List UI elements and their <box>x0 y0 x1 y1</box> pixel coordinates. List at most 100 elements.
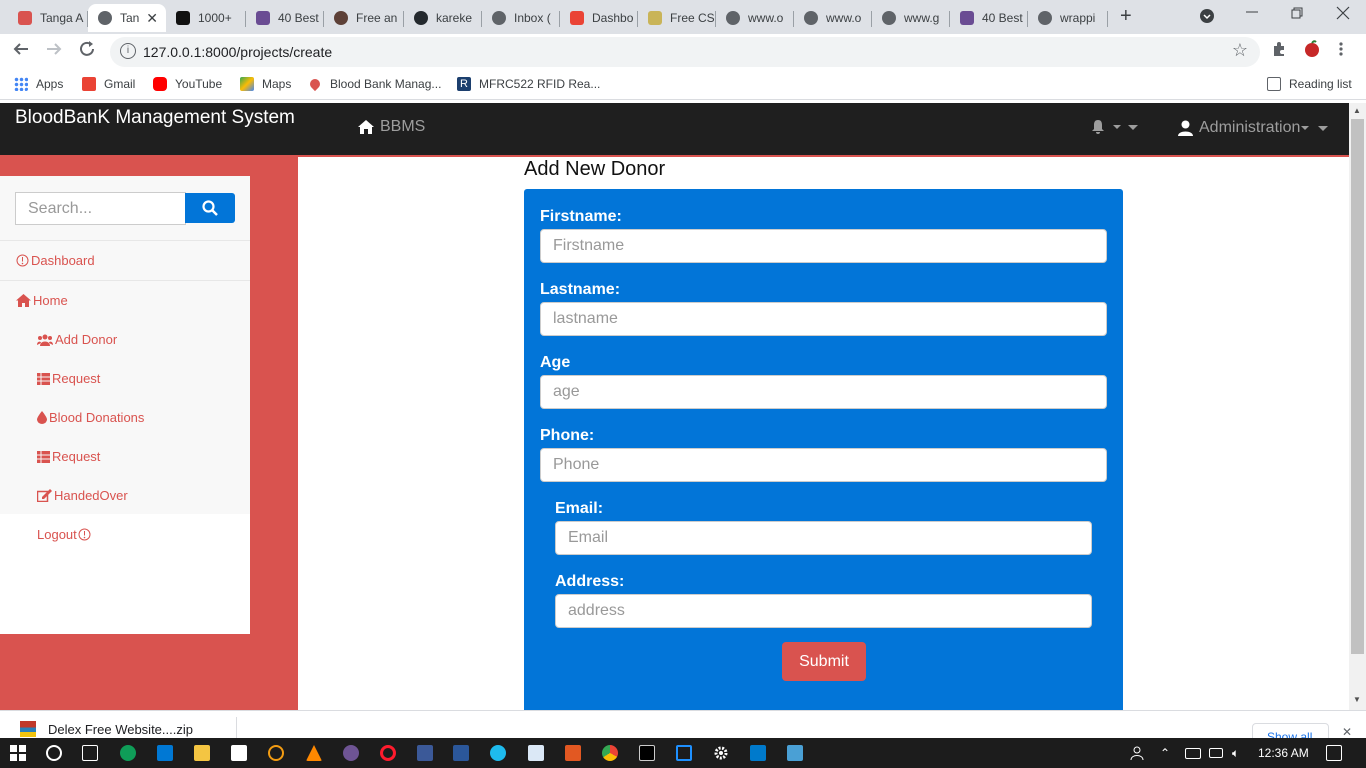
close-download-bar-icon[interactable]: ✕ <box>1342 725 1352 739</box>
phone-input[interactable]: Phone <box>540 448 1107 482</box>
browser-tab[interactable]: Free CS <box>638 4 716 32</box>
scroll-up-icon[interactable]: ▲ <box>1353 106 1361 115</box>
sidebar-item-request-2[interactable]: Request <box>37 449 100 464</box>
terminal-icon[interactable] <box>639 745 655 761</box>
browser-tab[interactable]: www.o <box>794 4 872 32</box>
scroll-down-icon[interactable]: ▼ <box>1353 695 1361 704</box>
reload-icon[interactable] <box>78 40 96 63</box>
search-circle-icon[interactable] <box>46 745 62 761</box>
tray-chevron-icon[interactable]: ⌃ <box>1160 746 1170 760</box>
settings-gear-icon[interactable] <box>713 745 729 761</box>
download-item[interactable]: Delex Free Website....zip <box>20 721 193 737</box>
notifications-dropdown[interactable] <box>1090 119 1138 135</box>
age-input[interactable]: age <box>540 375 1107 409</box>
submit-button[interactable]: Submit <box>782 642 866 681</box>
browser-tab[interactable]: Free an <box>324 4 404 32</box>
sidebar-item-add-donor[interactable]: Add Donor <box>37 332 117 347</box>
firstname-input[interactable]: Firstname <box>540 229 1107 263</box>
site-info-icon[interactable]: i <box>120 43 136 59</box>
brand-title[interactable]: BloodBanK Management System <box>15 107 295 129</box>
github-desktop-icon[interactable] <box>343 745 359 761</box>
administration-dropdown[interactable]: Administration <box>1178 119 1329 137</box>
windows-start-icon[interactable] <box>10 745 26 761</box>
edge-icon[interactable] <box>120 745 136 761</box>
battery-icon[interactable] <box>1209 748 1223 758</box>
vlc-icon[interactable] <box>306 745 322 761</box>
windows-taskbar: ⌃ 🔈︎ 12:36 AM <box>0 738 1366 768</box>
sidebar-item-logout[interactable]: Logout <box>37 527 93 542</box>
globe-icon <box>726 11 740 25</box>
forward-icon[interactable] <box>45 40 63 63</box>
sidebar-item-blood-donations[interactable]: Blood Donations <box>37 410 144 425</box>
bookmark-youtube[interactable]: YouTube <box>153 77 222 91</box>
opera-icon[interactable] <box>380 745 396 761</box>
lastname-input[interactable]: lastname <box>540 302 1107 336</box>
browser-tab[interactable]: wrappi <box>1028 4 1108 32</box>
bookmark-maps[interactable]: Maps <box>240 77 291 91</box>
browser-tab[interactable]: Inbox ( <box>482 4 560 32</box>
extensions-icon[interactable] <box>1271 41 1287 62</box>
browser-tab[interactable]: www.g <box>872 4 950 32</box>
menu-kebab-icon[interactable] <box>1338 41 1344 62</box>
browser-tab[interactable]: 1000+ <box>166 4 246 32</box>
sidebar-item-dashboard[interactable]: Dashboard <box>16 253 95 268</box>
browser-tab[interactable]: 40 Best <box>246 4 324 32</box>
gmail-icon <box>570 11 584 25</box>
browser-tab[interactable]: kareke <box>404 4 482 32</box>
vscode-icon[interactable] <box>750 745 766 761</box>
tab-search-icon[interactable] <box>1199 8 1215 29</box>
notifications-icon[interactable] <box>1326 745 1342 761</box>
browser-tab[interactable]: Dashbo <box>560 4 638 32</box>
search-button[interactable] <box>185 193 235 223</box>
browser-tab-active[interactable]: Tan ✕ <box>88 4 166 32</box>
xampp-icon[interactable] <box>565 745 581 761</box>
new-tab-button[interactable]: + <box>1120 5 1132 28</box>
bookmark-mfrc522[interactable]: R MFRC522 RFID Rea... <box>457 77 600 91</box>
globe-icon <box>492 11 506 25</box>
task-view-icon[interactable] <box>82 745 98 761</box>
chrome-icon[interactable] <box>602 745 618 761</box>
volume-icon[interactable]: 🔈︎ <box>1232 746 1239 761</box>
browser-tab[interactable]: 40 Best <box>950 4 1028 32</box>
mail-icon[interactable] <box>157 745 173 761</box>
back-icon[interactable] <box>12 40 30 63</box>
facebook-icon[interactable] <box>417 745 433 761</box>
reading-list[interactable]: Reading list <box>1267 77 1352 91</box>
address-bar[interactable]: i 127.0.0.1:8000/projects/create ☆ <box>110 37 1260 67</box>
tab-title: Free CS <box>670 11 715 25</box>
profile-avatar-icon[interactable] <box>1303 40 1321 63</box>
sidebar-item-home[interactable]: Home <box>16 293 68 308</box>
bookmark-bloodbank[interactable]: Blood Bank Manag... <box>307 76 441 92</box>
clock-time[interactable]: 12:36 AM <box>1258 746 1309 760</box>
network-icon[interactable] <box>1185 748 1201 759</box>
minimize-window-icon[interactable] <box>1245 4 1259 23</box>
bookmark-star-icon[interactable]: ☆ <box>1232 40 1248 61</box>
store-icon[interactable] <box>231 745 247 761</box>
ie-icon[interactable] <box>490 745 506 761</box>
bookmark-apps[interactable]: Apps <box>14 77 63 91</box>
close-window-icon[interactable] <box>1336 6 1350 25</box>
close-tab-icon[interactable]: ✕ <box>146 10 158 27</box>
scrollbar-thumb[interactable] <box>1351 119 1364 654</box>
browser-tab[interactable]: www.o <box>716 4 794 32</box>
page-scrollbar[interactable]: ▲ ▼ <box>1349 103 1366 710</box>
notepad-icon[interactable] <box>528 745 544 761</box>
bookmark-label: MFRC522 RFID Rea... <box>479 77 601 91</box>
restore-window-icon[interactable] <box>1290 6 1304 25</box>
search-input[interactable]: Search... <box>15 192 186 225</box>
search-app-icon[interactable] <box>268 745 284 761</box>
app-navbar: BloodBanK Management System BBMS Adminis… <box>0 103 1349 157</box>
control-panel-icon[interactable] <box>787 745 803 761</box>
people-icon[interactable] <box>1130 745 1146 761</box>
word-icon[interactable] <box>453 745 469 761</box>
app-icon[interactable] <box>676 745 692 761</box>
bookmark-gmail[interactable]: Gmail <box>82 77 135 91</box>
globe-icon <box>882 11 896 25</box>
file-explorer-icon[interactable] <box>194 745 210 761</box>
browser-tab[interactable]: Tanga A <box>8 4 88 32</box>
sidebar-item-handed-over[interactable]: HandedOver <box>37 488 128 503</box>
address-input[interactable]: address <box>555 594 1092 628</box>
sidebar-item-request[interactable]: Request <box>37 371 100 386</box>
email-input[interactable]: Email <box>555 521 1092 555</box>
nav-link-bbms[interactable]: BBMS <box>357 118 425 136</box>
